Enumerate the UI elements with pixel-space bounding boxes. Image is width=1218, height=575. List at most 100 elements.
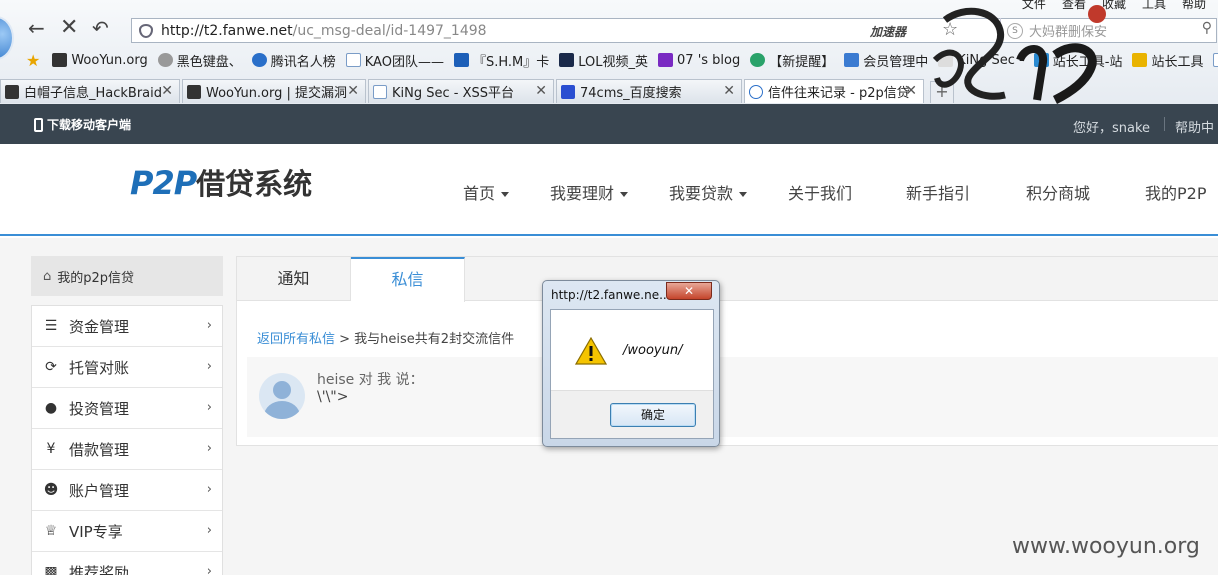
search-engine-icon[interactable]: S (1007, 22, 1023, 39)
site-header: P2P借贷系统 首页 我要理财 我要贷款 关于我们 新手指引 积分商城 我的P2… (0, 144, 1218, 236)
nav-invest[interactable]: 我要理财 (550, 180, 629, 204)
chevron-right-icon: › (206, 523, 212, 538)
bookmark-item[interactable]: 在线 (1213, 51, 1218, 70)
new-tab-button[interactable]: + (930, 81, 954, 103)
chevron-right-icon: › (206, 318, 212, 333)
king-sec-icon (938, 53, 954, 67)
dialog-close-button[interactable]: ✕ (666, 282, 712, 300)
database-icon: ☰ (44, 318, 58, 334)
page-icon (345, 53, 361, 67)
sidebar-item-funds[interactable]: ☰ 资金管理 › (32, 306, 222, 347)
navigation-row: ← ✕ ↶ http://t2.fanwe.net/uc_msg-deal/id… (0, 12, 1218, 60)
dialog-footer: 确定 (551, 390, 713, 438)
close-icon[interactable]: ✕ (905, 83, 917, 99)
bookmark-item[interactable]: 会员管理中 (844, 51, 928, 70)
page-icon (1213, 53, 1218, 67)
caret-down-icon (739, 192, 748, 197)
sidebar-item-loans[interactable]: ¥ 借款管理 › (32, 429, 222, 470)
caret-down-icon (501, 192, 510, 197)
nav-guide[interactable]: 新手指引 (906, 180, 970, 204)
sidebar-item-custody[interactable]: ⟳ 托管对账 › (32, 347, 222, 388)
sidebar-item-referral[interactable]: ▩ 推荐奖励 › (32, 552, 222, 575)
back-arrow-icon[interactable]: ← (28, 18, 45, 38)
sidebar-item-investment[interactable]: ● 投资管理 › (32, 388, 222, 429)
close-icon[interactable]: ✕ (347, 83, 359, 99)
menu-tools[interactable]: 工具 (1142, 0, 1166, 13)
nav-loan[interactable]: 我要贷款 (669, 180, 748, 204)
bookmark-item[interactable]: 站长工具 (1132, 51, 1203, 70)
close-icon[interactable]: ✕ (535, 83, 547, 99)
search-input[interactable]: 大妈群删保安 (1029, 21, 1107, 40)
nav-about[interactable]: 关于我们 (788, 180, 852, 204)
browser-tab-active[interactable]: 信件往来记录 - p2p信贷 ✕ (744, 79, 924, 103)
bookmark-item[interactable]: LOL视频_英 (559, 51, 648, 70)
yen-icon: ¥ (46, 441, 56, 457)
wooyun-icon (52, 53, 68, 67)
tab-favicon-icon (749, 84, 763, 99)
menu-view[interactable]: 查看 (1062, 0, 1086, 13)
back-to-messages-link[interactable]: 返回所有私信 (257, 332, 335, 347)
chevron-right-icon: › (206, 482, 212, 497)
user-icon: ☻ (43, 482, 59, 498)
crown-icon: ♕ (44, 523, 58, 539)
bookmark-item[interactable]: 『S.H.M』卡 (453, 51, 549, 70)
menu-favorites[interactable]: 收藏 (1102, 0, 1126, 13)
close-icon[interactable]: ✕ (161, 83, 173, 99)
stop-icon[interactable]: ✕ (60, 17, 78, 39)
bookmark-item[interactable]: 黑色键盘、 (157, 51, 242, 70)
nav-points-mall[interactable]: 积分商城 (1026, 180, 1090, 204)
dialog-body: /wooyun/ 确定 (550, 309, 714, 439)
browser-tabs: 白帽子信息_HackBraid ✕ WooYun.org | 提交漏洞 ✕ KiNg… (0, 79, 1218, 104)
ok-button[interactable]: 确定 (610, 403, 696, 427)
nav-home[interactable]: 首页 (463, 180, 510, 204)
favorites-star-icon[interactable]: ★ (26, 51, 40, 70)
chevron-right-icon: › (206, 564, 212, 575)
warning-icon (575, 337, 607, 365)
bookmark-item[interactable]: 07 's blog (658, 53, 740, 68)
bookmark-item[interactable]: WooYun.org (52, 53, 148, 68)
user-greeting[interactable]: 您好，snake (1073, 117, 1150, 136)
help-center-link[interactable]: 帮助中 (1175, 117, 1214, 136)
bookmark-item[interactable]: KiNg Sec - (938, 53, 1024, 68)
bookmark-item[interactable]: KAO团队—— (345, 51, 444, 70)
tab-notifications[interactable]: 通知 (237, 257, 351, 301)
message-item: heise 对 我 说： \'\"> (247, 357, 1218, 437)
shield-icon (139, 23, 153, 38)
address-url[interactable]: http://t2.fanwe.net/uc_msg-deal/id-1497_… (161, 23, 487, 39)
tab-favicon-icon (5, 84, 19, 99)
lol-icon (559, 53, 575, 67)
bookmark-item[interactable]: 【新提醒】 (750, 51, 834, 70)
browser-tab[interactable]: 白帽子信息_HackBraid ✕ (0, 79, 180, 103)
search-box[interactable]: S 大妈群删保安 ⚲ (1000, 18, 1218, 43)
member-icon (844, 53, 860, 67)
close-icon[interactable]: ✕ (723, 83, 735, 99)
nav-my-p2p[interactable]: 我的P2P (1145, 180, 1206, 204)
sidebar-item-vip[interactable]: ♕ VIP专享 › (32, 511, 222, 552)
browser-tab[interactable]: 74cms_百度搜索 ✕ (556, 79, 742, 103)
menu-help[interactable]: 帮助 (1182, 0, 1206, 13)
avatar[interactable] (259, 373, 305, 419)
sidebar-item-account[interactable]: ☻ 账户管理 › (32, 470, 222, 511)
dialog-message: /wooyun/ (623, 343, 683, 358)
favorite-star-icon[interactable]: ☆ (942, 19, 958, 40)
accelerator-button[interactable]: 加速器 (870, 23, 906, 40)
browser-tab[interactable]: WooYun.org | 提交漏洞 ✕ (182, 79, 366, 103)
address-bar[interactable]: http://t2.fanwe.net/uc_msg-deal/id-1497_… (131, 18, 1217, 43)
chevron-right-icon: › (206, 400, 212, 415)
browser-tab[interactable]: KiNg Sec - XSS平台 ✕ (368, 79, 554, 103)
refresh-icon: ⟳ (45, 359, 57, 375)
bookmark-item[interactable]: 站长工具-站 (1033, 51, 1122, 70)
mobile-client-link[interactable]: 下载移动客户端 (34, 116, 131, 133)
sidebar-menu: ☰ 资金管理 › ⟳ 托管对账 › ● 投资管理 › ¥ 借款管理 › ☻ 账户管理 › ♕ VIP专… (31, 305, 223, 575)
topbar-divider (1164, 117, 1165, 131)
home-icon: ⌂ (43, 268, 52, 284)
search-icon[interactable]: ⚲ (1202, 20, 1212, 36)
tab-private-messages[interactable]: 私信 (351, 257, 465, 302)
tab-favicon-icon (373, 84, 387, 99)
undo-icon[interactable]: ↶ (92, 18, 109, 38)
site-logo[interactable]: P2P借贷系统 (130, 161, 312, 203)
bookmark-item[interactable]: 腾讯名人榜 (251, 51, 336, 70)
phone-icon (34, 117, 43, 132)
menu-file[interactable]: 文件 (1022, 0, 1046, 13)
sidebar-title[interactable]: ⌂ 我的p2p信贷 (31, 256, 223, 296)
